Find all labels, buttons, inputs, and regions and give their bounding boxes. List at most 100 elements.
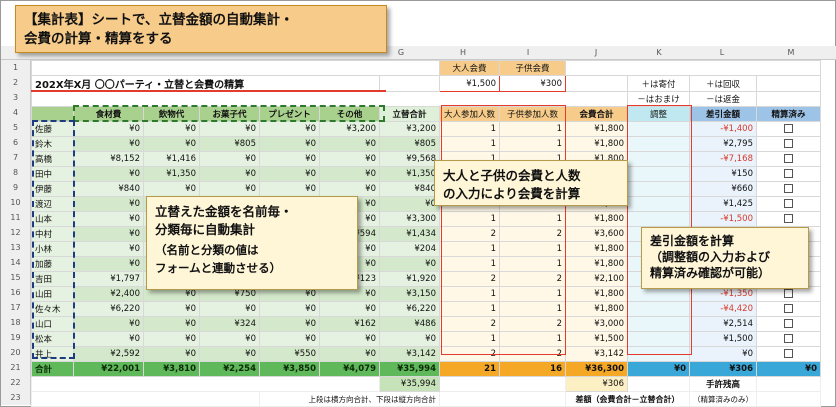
column-header-i[interactable]: I <box>498 48 558 57</box>
settled-checkbox-cell <box>756 346 821 362</box>
advance-total-cell: ¥3,300 <box>379 211 440 227</box>
header-advance-total: 立替合計 <box>379 106 440 122</box>
category-amount-cell: ¥0 <box>73 331 144 347</box>
settled-checkbox[interactable] <box>784 169 793 178</box>
diff-amount-cell: ¥2,514 <box>689 316 757 332</box>
category-amount-cell: ¥0 <box>199 121 260 137</box>
category-amount-cell: ¥0 <box>73 121 144 137</box>
diff-calc-callout: 差引金額を計算 （調整額の入力および 精算済み確認が可能） <box>641 227 809 289</box>
settled-checkbox-cell <box>756 136 821 152</box>
row-number[interactable]: 18 <box>1 315 31 330</box>
title-underline <box>31 90 386 92</box>
row-number[interactable]: 14 <box>1 255 31 270</box>
row-number[interactable]: 2 <box>1 75 31 90</box>
child-fee-input[interactable]: ¥300 <box>499 75 566 92</box>
column-header-k[interactable]: K <box>629 48 689 57</box>
diff-amount-cell: ¥0 <box>689 346 757 362</box>
diff-amount-cell: -¥7,168 <box>689 151 757 167</box>
settled-checkbox-cell <box>756 181 821 197</box>
category-amount-cell: ¥0 <box>319 136 380 152</box>
total-diff: ¥306 <box>689 361 757 377</box>
row-number[interactable]: 21 <box>1 360 31 375</box>
settled-checkbox[interactable] <box>784 334 793 343</box>
settled-checkbox[interactable] <box>784 304 793 313</box>
table-row: 井上 ¥2,592 ¥0 ¥0 ¥550 ¥0 ¥3,142 2 2 ¥3,142 ¥0 <box>31 346 821 362</box>
auto-sum-callout-line3: （名前と分類の値は <box>155 243 259 257</box>
category-amount-cell: ¥1,797 <box>73 271 144 287</box>
advance-total-cell: ¥1,350 <box>379 166 440 182</box>
settled-checkbox[interactable] <box>784 319 793 328</box>
category-amount-cell: ¥0 <box>319 166 380 182</box>
advance-total-cell: ¥6,220 <box>379 301 440 317</box>
fee-total-cell: ¥3,142 <box>565 346 628 362</box>
fee-minus-advance: ¥306 <box>565 376 628 392</box>
auto-sum-callout-line1: 立替えた金額を名前毎・ <box>155 204 293 219</box>
settled-checkbox[interactable] <box>784 214 793 223</box>
total-present: ¥3,850 <box>259 361 320 377</box>
row-number[interactable]: 4 <box>1 105 31 120</box>
row-number[interactable]: 22 <box>1 375 31 390</box>
row-number[interactable]: 19 <box>1 330 31 345</box>
fee-total-cell: ¥1,800 <box>565 256 628 272</box>
category-amount-cell: ¥0 <box>199 166 260 182</box>
settled-checkbox[interactable] <box>784 124 793 133</box>
category-amount-cell: ¥1,350 <box>143 166 200 182</box>
advance-total-cell: ¥204 <box>379 241 440 257</box>
total-settled: ¥0 <box>756 361 821 377</box>
settled-checkbox[interactable] <box>784 199 793 208</box>
category-amount-cell: ¥550 <box>259 346 320 362</box>
row-number[interactable]: 23 <box>1 390 31 405</box>
row-number[interactable]: 15 <box>1 270 31 285</box>
total-adult-count: 21 <box>439 361 500 377</box>
adult-fee-input[interactable]: ¥1,500 <box>439 75 500 92</box>
settled-checkbox[interactable] <box>784 139 793 148</box>
settled-checkbox-cell <box>756 211 821 227</box>
fee-calc-callout-line1: 大人と子供の会費と人数 <box>443 168 581 183</box>
row-number[interactable]: 12 <box>1 225 31 240</box>
row-number[interactable]: 7 <box>1 150 31 165</box>
settled-checkbox-cell <box>756 196 821 212</box>
total-drink: ¥3,810 <box>143 361 200 377</box>
category-amount-cell: ¥0 <box>259 166 320 182</box>
category-amount-cell: ¥0 <box>259 151 320 167</box>
category-amount-cell: ¥0 <box>73 316 144 332</box>
column-header-j[interactable]: J <box>566 48 626 57</box>
category-amount-cell: ¥0 <box>259 331 320 347</box>
category-header-highlight <box>73 105 385 122</box>
title-callout-line1: 【集計表】シートで、立替金額の自動集計・ <box>24 12 294 28</box>
category-amount-cell: ¥0 <box>319 181 380 197</box>
row-number[interactable]: 5 <box>1 120 31 135</box>
category-amount-cell: ¥0 <box>319 346 380 362</box>
category-amount-cell: ¥0 <box>199 301 260 317</box>
category-amount-cell: ¥0 <box>319 331 380 347</box>
row-number[interactable]: 16 <box>1 285 31 300</box>
row-number[interactable]: 10 <box>1 195 31 210</box>
title-callout: 【集計表】シートで、立替金額の自動集計・ 会費の計算・精算をする <box>15 5 387 53</box>
category-amount-cell: ¥0 <box>199 331 260 347</box>
settled-checkbox[interactable] <box>784 154 793 163</box>
total-child-count: 16 <box>499 361 566 377</box>
settled-checkbox[interactable] <box>784 349 793 358</box>
category-amount-cell: ¥0 <box>199 346 260 362</box>
row-number[interactable]: 11 <box>1 210 31 225</box>
row-number[interactable]: 6 <box>1 135 31 150</box>
row-number[interactable]: 3 <box>1 90 31 105</box>
settled-checkbox[interactable] <box>784 184 793 193</box>
category-amount-cell: ¥0 <box>143 136 200 152</box>
row-number[interactable]: 8 <box>1 165 31 180</box>
row-number[interactable]: 1 <box>1 60 31 75</box>
column-header-m[interactable]: M <box>761 48 821 57</box>
row-number[interactable]: 20 <box>1 345 31 360</box>
advance-total-cell: ¥486 <box>379 316 440 332</box>
adult-fee-label: 大人会費 <box>439 60 500 76</box>
advance-total-cell: ¥3,142 <box>379 346 440 362</box>
column-header-l[interactable]: L <box>692 48 752 57</box>
row-number[interactable]: 9 <box>1 180 31 195</box>
settled-checkbox[interactable] <box>784 289 793 298</box>
column-header-h[interactable]: H <box>433 48 493 57</box>
diff-amount-cell: -¥1,400 <box>689 121 757 137</box>
row-number[interactable]: 17 <box>1 300 31 315</box>
row-number[interactable]: 13 <box>1 240 31 255</box>
auto-sum-callout: 立替えた金額を名前毎・ 分類毎に自動集計 （名前と分類の値は フォームと連動させ… <box>146 196 358 290</box>
total-label: 合計 <box>31 361 74 377</box>
